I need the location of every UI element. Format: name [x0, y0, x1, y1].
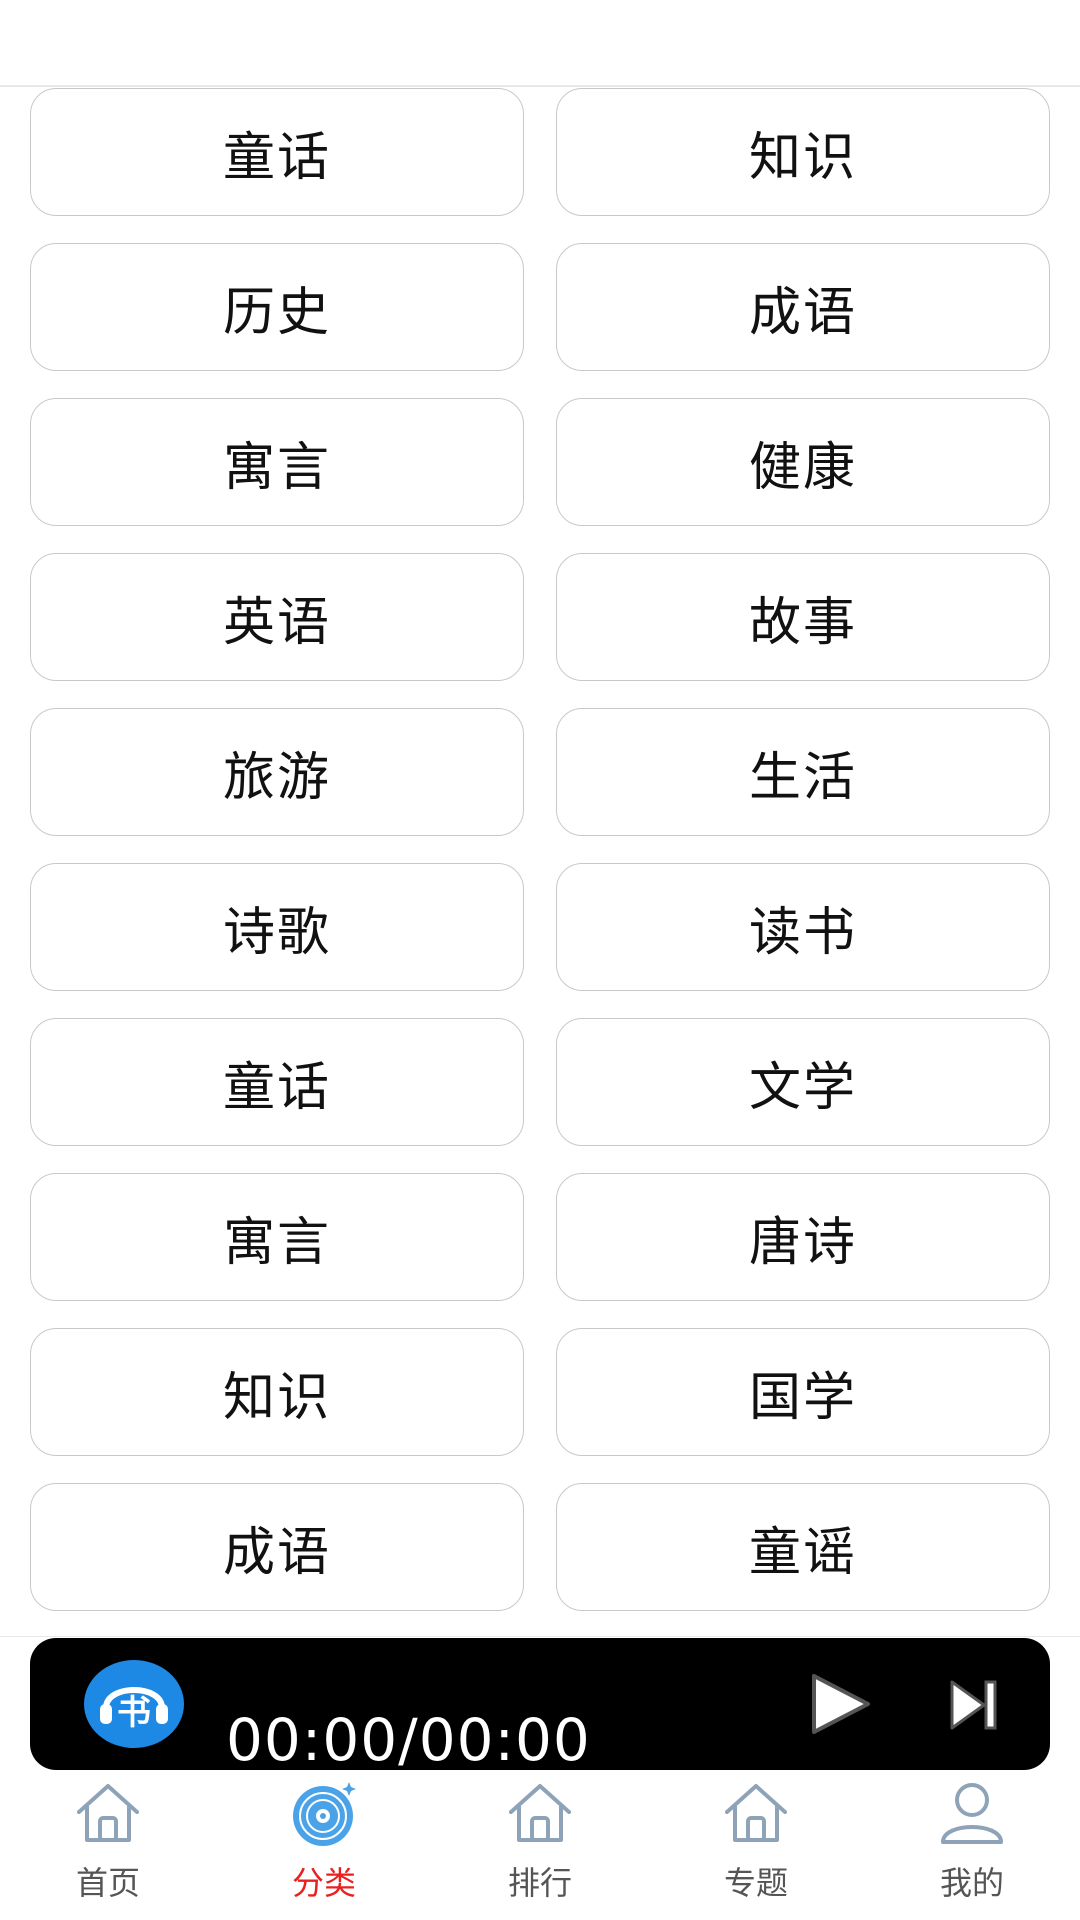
tab-ranking[interactable]: 排行 [432, 1772, 648, 1920]
tab-label: 首页 [75, 1864, 140, 1902]
home-icon [721, 1778, 791, 1848]
category-button[interactable]: 成语 [556, 243, 1050, 371]
category-button[interactable]: 童话 [30, 88, 524, 216]
category-button[interactable]: 旅游 [30, 708, 524, 836]
category-button[interactable]: 寓言 [30, 398, 524, 526]
tab-label: 专题 [723, 1864, 788, 1902]
category-button[interactable]: 童话 [30, 1018, 524, 1146]
home-icon [505, 1778, 575, 1848]
home-icon [73, 1778, 143, 1848]
tab-label: 分类 [291, 1864, 356, 1902]
playback-time: 00:00/00:00 [226, 1706, 591, 1774]
category-button[interactable]: 生活 [556, 708, 1050, 836]
category-button[interactable]: 知识 [30, 1328, 524, 1456]
mini-player[interactable]: 书 00:00/00:00 [30, 1638, 1050, 1774]
category-button[interactable]: 读书 [556, 863, 1050, 991]
play-icon[interactable] [808, 1672, 874, 1736]
tab-category[interactable]: 分类 [216, 1772, 432, 1920]
svg-text:书: 书 [117, 1693, 151, 1733]
category-button[interactable]: 故事 [556, 553, 1050, 681]
skip-next-icon[interactable] [946, 1678, 1000, 1732]
category-button[interactable]: 成语 [30, 1483, 524, 1611]
top-bar [0, 0, 1080, 87]
category-button[interactable]: 知识 [556, 88, 1050, 216]
tab-mine[interactable]: 我的 [864, 1772, 1080, 1920]
category-button[interactable]: 文学 [556, 1018, 1050, 1146]
tab-topics[interactable]: 专题 [648, 1772, 864, 1920]
category-button[interactable]: 寓言 [30, 1173, 524, 1301]
tab-label: 我的 [939, 1864, 1004, 1902]
category-button[interactable]: 历史 [30, 243, 524, 371]
category-button[interactable]: 英语 [30, 553, 524, 681]
tab-label: 排行 [507, 1864, 572, 1902]
bottom-tab-bar: 首页 分类 排行 专题 我的 [0, 1772, 1080, 1920]
category-grid: 童话 知识 历史 成语 寓言 健康 英语 故事 旅游 生活 诗歌 读书 童话 文… [30, 88, 1050, 1611]
category-button[interactable]: 唐诗 [556, 1173, 1050, 1301]
disc-icon [289, 1778, 359, 1848]
book-headphones-logo-icon[interactable]: 书 [84, 1658, 184, 1748]
category-button[interactable]: 诗歌 [30, 863, 524, 991]
user-icon [937, 1778, 1007, 1848]
category-button[interactable]: 国学 [556, 1328, 1050, 1456]
category-button[interactable]: 健康 [556, 398, 1050, 526]
category-button[interactable]: 童谣 [556, 1483, 1050, 1611]
tab-home[interactable]: 首页 [0, 1772, 216, 1920]
divider [0, 1636, 1080, 1637]
